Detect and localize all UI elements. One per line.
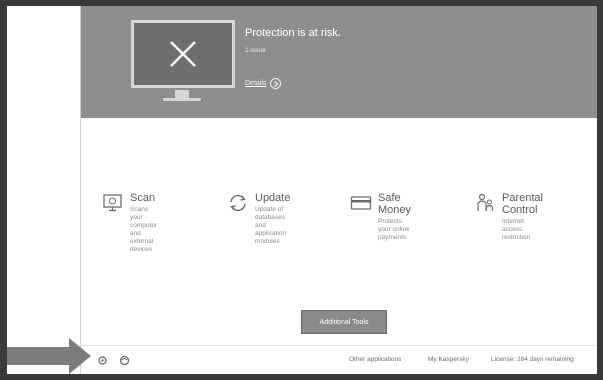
tile-scan[interactable]: Scan Scans your computer and external de… [102,192,157,254]
error-cross-icon [134,23,232,85]
tile-description: Scans your computer and external devices [130,206,158,253]
settings-icon[interactable] [97,353,108,371]
details-link[interactable]: Details [245,78,282,89]
refresh-icon [227,192,249,214]
other-applications-link[interactable]: Other applications [349,356,401,363]
tile-parental-control[interactable]: Parental Control Internet access restric… [474,192,543,242]
monitor-scan-icon [102,192,124,214]
tile-title: Parental Control [502,192,543,216]
additional-tools-button[interactable]: Additional Tools [301,310,387,334]
tile-title: Safe Money [378,192,412,216]
arrow-right-icon [270,78,282,89]
monitor-base [163,98,201,101]
issue-count: 1 issue [245,47,266,54]
tile-description: Protects your online payments [378,218,410,241]
tile-title: Update [255,192,291,204]
status-banner: Protection is at risk. 1 issue Details [81,6,597,118]
support-icon[interactable] [119,353,130,371]
tile-update[interactable]: Update Update of databases and applicati… [227,192,290,246]
details-label: Details [245,80,267,87]
my-kaspersky-link[interactable]: My Kaspersky [428,356,469,363]
tile-title: Scan [130,192,156,204]
tile-safe-money[interactable]: Safe Money Protects your online payments [350,192,411,242]
left-pane [7,6,81,374]
license-link[interactable]: License: 284 days remaining [491,356,574,363]
card-icon [350,192,372,214]
status-title: Protection is at risk. [245,27,341,39]
tile-description: Internet access restriction [502,218,531,241]
pointer-arrow-annotation [7,338,91,374]
footer-bar: Other applications My Kaspersky License:… [81,345,597,375]
monitor-stand [175,90,189,98]
tile-description: Update of databases and application modu… [255,206,287,245]
monitor-icon [131,20,235,88]
family-icon [474,192,496,214]
